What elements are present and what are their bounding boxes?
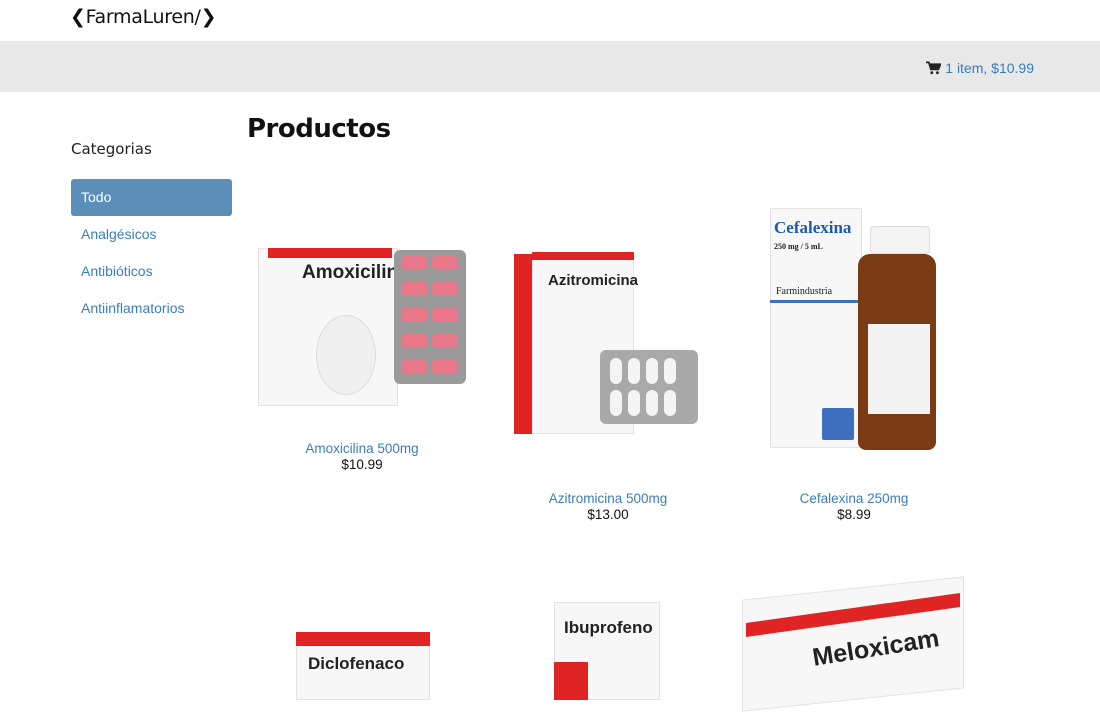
product-name-link[interactable]: Cefalexina 250mg xyxy=(774,491,934,506)
cart-summary-text: 1 item, $10.99 xyxy=(945,60,1034,76)
box-label: Cefalexina xyxy=(774,218,852,237)
category-item-todo[interactable]: Todo xyxy=(71,179,232,216)
box-brand: Farmindustria xyxy=(776,286,833,297)
product-price: $8.99 xyxy=(837,507,871,522)
category-item-antibioticos[interactable]: Antibióticos xyxy=(71,253,232,290)
product-card-amoxicilina: Amoxicilina 500mg $10.99 xyxy=(282,441,442,472)
cart-bar: 1 item, $10.99 xyxy=(0,41,1100,92)
box-label: Azitromicina xyxy=(548,272,639,289)
page-title: Productos xyxy=(247,114,391,144)
product-image-azitromicina[interactable]: Azitromicina xyxy=(510,248,700,438)
brand-prefix: ❮ xyxy=(70,6,86,28)
sidebar-title: Categorias xyxy=(71,140,152,158)
box-label: Ibuprofeno xyxy=(564,618,653,637)
brand-logo-link[interactable]: ❮FarmaLuren/❯ xyxy=(70,6,217,28)
product-image-ibuprofeno[interactable]: Ibuprofeno xyxy=(554,598,662,700)
brand-name: FarmaLuren/ xyxy=(85,6,201,28)
brand-suffix: ❯ xyxy=(200,6,217,28)
cart-summary-link[interactable]: 1 item, $10.99 xyxy=(926,60,1034,76)
category-item-antiinflamatorios[interactable]: Antiinflamatorios xyxy=(71,290,232,327)
product-name-link[interactable]: Amoxicilina 500mg xyxy=(282,441,442,456)
shopping-cart-icon xyxy=(926,61,942,75)
box-label: Diclofenaco xyxy=(308,654,405,673)
product-image-amoxicilina[interactable]: Amoxicilina xyxy=(258,240,466,410)
product-price: $13.00 xyxy=(587,507,629,522)
category-sidebar: Categorias Todo Analgésicos Antibióticos… xyxy=(71,140,232,327)
product-image-meloxicam[interactable]: Meloxicam xyxy=(742,576,966,712)
box-subtitle: 250 mg / 5 mL xyxy=(774,242,823,251)
product-card-azitromicina: Azitromicina 500mg $13.00 xyxy=(528,491,688,522)
product-card-cefalexina: Cefalexina 250mg $8.99 xyxy=(774,491,934,522)
product-name-link[interactable]: Azitromicina 500mg xyxy=(528,491,688,506)
product-image-diclofenaco[interactable]: Diclofenaco xyxy=(296,628,432,700)
box-label: Amoxicilina xyxy=(302,262,409,283)
top-navbar: ❮FarmaLuren/❯ xyxy=(0,0,1100,41)
category-item-analgesicos[interactable]: Analgésicos xyxy=(71,216,232,253)
product-image-cefalexina[interactable]: Cefalexina 250 mg / 5 mL Farmindustria xyxy=(770,208,940,458)
product-price: $10.99 xyxy=(341,457,383,472)
